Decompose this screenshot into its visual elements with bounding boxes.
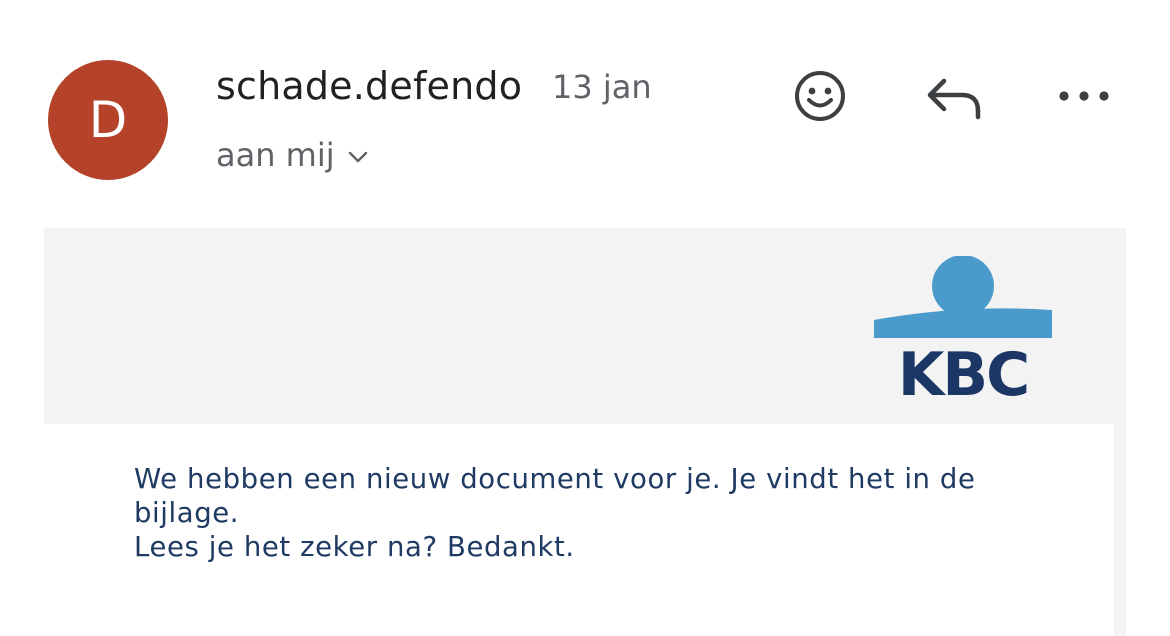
smiley-icon	[795, 71, 845, 121]
add-reaction-button[interactable]	[790, 66, 850, 126]
email-message: We hebben een nieuw document voor je. Je…	[134, 462, 1034, 564]
message-date: 13 jan	[552, 68, 652, 106]
kbc-wordmark: KBC	[898, 340, 1028, 398]
more-options-button[interactable]	[1054, 66, 1114, 126]
message-paragraph: We hebben een nieuw document voor je. Je…	[134, 463, 976, 529]
reply-button[interactable]	[924, 66, 984, 126]
chevron-down-icon	[348, 151, 367, 163]
sender-name[interactable]: schade.defendo	[216, 64, 522, 108]
recipient-label: aan mij	[216, 136, 335, 174]
message-paragraph: Lees je het zeker na? Bedankt.	[134, 531, 575, 563]
kbc-logo: KBC	[874, 256, 1052, 398]
recipient-toggle[interactable]: aan mij	[216, 136, 369, 174]
avatar-letter: D	[88, 91, 128, 149]
reply-icon	[927, 78, 981, 120]
more-horizontal-icon	[1059, 91, 1109, 101]
body-edge	[1114, 424, 1126, 636]
email-view: D schade.defendo 13 jan aan mij KBC We h…	[0, 0, 1170, 636]
sender-avatar[interactable]: D	[48, 60, 168, 180]
